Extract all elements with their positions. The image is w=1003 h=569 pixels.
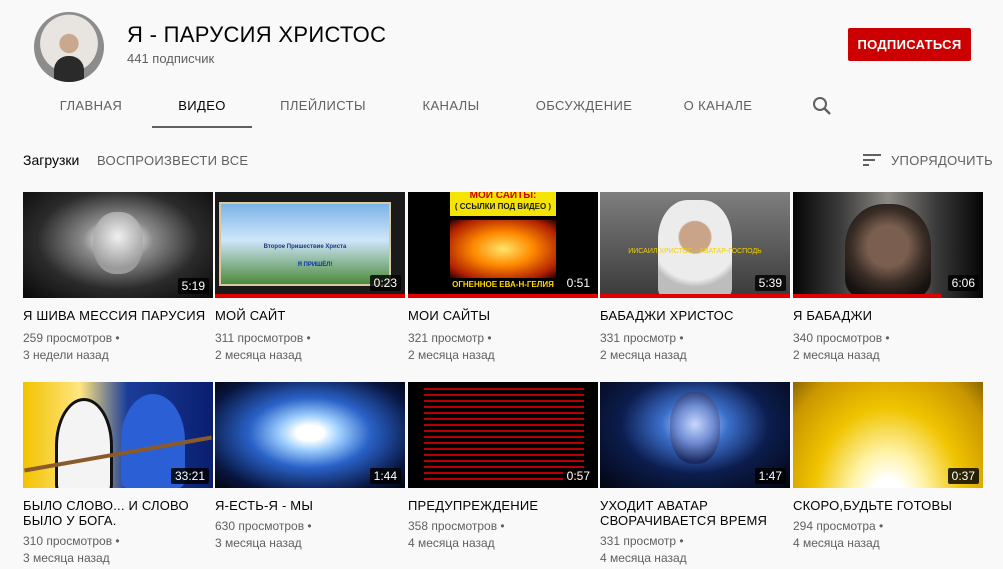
video-thumbnail[interactable]: 6:06: [793, 192, 983, 298]
video-age: 2 месяца назад: [600, 348, 687, 362]
channel-tabs: ГЛАВНАЯ ВИДЕО ПЛЕЙЛИСТЫ КАНАЛЫ ОБСУЖДЕНИ…: [0, 86, 1003, 128]
sort-button[interactable]: УПОРЯДОЧИТЬ: [863, 150, 993, 170]
video-views: 311 просмотров •: [215, 331, 311, 345]
thumbnail-caption: ИИСАИЛ ХРИСТОС - АВАТАР-ГОСПОДЬ: [628, 248, 762, 255]
video-thumbnail[interactable]: 33:21: [23, 382, 213, 488]
video-title[interactable]: Я-ЕСТЬ-Я - МЫ: [215, 498, 405, 513]
video-card[interactable]: 5:19 Я ШИВА МЕССИЯ ПАРУСИЯ 259 просмотро…: [23, 192, 213, 362]
video-views: 331 просмотр •: [600, 331, 684, 345]
video-age: 2 месяца назад: [793, 348, 880, 362]
video-title[interactable]: БАБАДЖИ ХРИСТОС: [600, 308, 790, 323]
video-duration: 0:23: [369, 275, 401, 291]
video-views: 340 просмотров •: [793, 331, 890, 345]
video-card[interactable]: 0:57 ПРЕДУПРЕЖДЕНИЕ 358 просмотров • 4 м…: [408, 382, 598, 569]
uploads-label: Загрузки: [23, 152, 80, 168]
video-thumbnail[interactable]: ИИСАИЛ ХРИСТОС - АВАТАР-ГОСПОДЬ 5:39: [600, 192, 790, 298]
subscriber-count: 441 подписчик: [127, 51, 215, 66]
tab-discussion[interactable]: ОБСУЖДЕНИЕ: [528, 86, 640, 126]
thumbnail-caption: Я ПРИШЁЛ!: [297, 262, 333, 268]
tab-channels[interactable]: КАНАЛЫ: [405, 86, 497, 126]
video-views: 259 просмотров •: [23, 331, 120, 345]
video-thumbnail[interactable]: Второе Пришествие Христа Я ПРИШЁЛ! 0:23: [215, 192, 405, 298]
sort-icon: [863, 154, 881, 166]
video-card[interactable]: Второе Пришествие Христа Я ПРИШЁЛ! 0:23 …: [215, 192, 405, 362]
video-views: 310 просмотров •: [23, 534, 120, 548]
thumbnail-caption: МОИ САЙТЫ:: [469, 192, 537, 201]
video-age: 3 месяца назад: [23, 551, 110, 565]
video-duration: 33:21: [170, 468, 209, 484]
sort-label: УПОРЯДОЧИТЬ: [891, 152, 993, 168]
video-duration: 0:37: [947, 468, 979, 484]
video-duration: 0:57: [562, 468, 594, 484]
video-card[interactable]: 0:37 СКОРО,БУДЬТЕ ГОТОВЫ 294 просмотра •…: [793, 382, 983, 569]
video-title[interactable]: СКОРО,БУДЬТЕ ГОТОВЫ: [793, 498, 983, 513]
watched-progress-bar: [408, 294, 598, 298]
tab-videos[interactable]: ВИДЕО: [152, 86, 252, 128]
tab-playlists[interactable]: ПЛЕЙЛИСТЫ: [268, 86, 378, 126]
video-title[interactable]: ПРЕДУПРЕЖДЕНИЕ: [408, 498, 598, 513]
video-thumbnail[interactable]: 0:37: [793, 382, 983, 488]
video-views: 331 просмотр •: [600, 534, 684, 548]
video-views: 630 просмотров •: [215, 519, 312, 533]
video-thumbnail[interactable]: 1:44: [215, 382, 405, 488]
channel-title: Я - ПАРУСИЯ ХРИСТОС: [127, 22, 387, 47]
videos-grid-section: Загрузки ВОСПРОИЗВЕСТИ ВСЕ УПОРЯДОЧИТЬ 5…: [0, 128, 1003, 569]
thumbnail-caption: ( ССЫЛКИ ПОД ВИДЕО ): [454, 202, 552, 211]
thumbnail-caption: Второе Пришествие Христа: [263, 244, 347, 250]
channel-avatar[interactable]: [34, 12, 104, 82]
video-thumbnail[interactable]: 1:47: [600, 382, 790, 488]
search-icon[interactable]: [810, 94, 834, 118]
video-title[interactable]: МОЙ САЙТ: [215, 308, 405, 323]
video-card[interactable]: ИИСАИЛ ХРИСТОС - АВАТАР-ГОСПОДЬ 5:39 БАБ…: [600, 192, 790, 362]
video-title[interactable]: БЫЛО СЛОВО... И СЛОВО БЫЛО У БОГА.: [23, 498, 213, 528]
video-card[interactable]: МОИ САЙТЫ: ( ССЫЛКИ ПОД ВИДЕО ) ОГНЕННОЕ…: [408, 192, 598, 362]
video-duration: 0:51: [562, 275, 594, 291]
video-age: 4 месяца назад: [793, 536, 880, 550]
thumbnail-caption: ОГНЕННОЕ ЕВА-Н-ГЕЛИЯ: [452, 280, 554, 289]
video-views: 321 просмотр •: [408, 331, 492, 345]
video-thumbnail[interactable]: 5:19: [23, 192, 213, 298]
video-title[interactable]: МОИ САЙТЫ: [408, 308, 598, 323]
watched-progress-bar: [793, 294, 942, 298]
video-card[interactable]: 33:21 БЫЛО СЛОВО... И СЛОВО БЫЛО У БОГА.…: [23, 382, 213, 569]
video-duration: 5:19: [177, 278, 209, 294]
video-age: 4 месяца назад: [408, 536, 495, 550]
tab-about[interactable]: О КАНАЛЕ: [672, 86, 764, 126]
subscribe-button[interactable]: ПОДПИСАТЬСЯ: [848, 28, 971, 61]
video-title[interactable]: Я ШИВА МЕССИЯ ПАРУСИЯ: [23, 308, 213, 323]
video-title[interactable]: УХОДИТ АВАТАР СВОРАЧИВАЕТСЯ ВРЕМЯ: [600, 498, 790, 528]
video-card[interactable]: 1:47 УХОДИТ АВАТАР СВОРАЧИВАЕТСЯ ВРЕМЯ 3…: [600, 382, 790, 569]
video-duration: 1:44: [369, 468, 401, 484]
channel-header: Я - ПАРУСИЯ ХРИСТОС 441 подписчик ПОДПИС…: [0, 0, 1003, 128]
video-thumbnail[interactable]: 0:57: [408, 382, 598, 488]
video-age: 3 недели назад: [23, 348, 109, 362]
video-title[interactable]: Я БАБАДЖИ: [793, 308, 983, 323]
video-views: 294 просмотра •: [793, 519, 884, 533]
video-age: 3 месяца назад: [215, 536, 302, 550]
video-thumbnail[interactable]: МОИ САЙТЫ: ( ССЫЛКИ ПОД ВИДЕО ) ОГНЕННОЕ…: [408, 192, 598, 298]
video-duration: 1:47: [754, 468, 786, 484]
video-views: 358 просмотров •: [408, 519, 505, 533]
tab-home[interactable]: ГЛАВНАЯ: [30, 86, 152, 126]
video-age: 2 месяца назад: [408, 348, 495, 362]
video-card[interactable]: 6:06 Я БАБАДЖИ 340 просмотров • 2 месяца…: [793, 192, 983, 362]
video-duration: 6:06: [947, 275, 979, 291]
video-card[interactable]: 1:44 Я-ЕСТЬ-Я - МЫ 630 просмотров • 3 ме…: [215, 382, 405, 569]
watched-progress-bar: [215, 294, 405, 298]
watched-progress-bar: [600, 294, 790, 298]
video-age: 4 месяца назад: [600, 551, 687, 565]
play-all-button[interactable]: ВОСПРОИЗВЕСТИ ВСЕ: [97, 153, 248, 168]
video-age: 2 месяца назад: [215, 348, 302, 362]
video-duration: 5:39: [754, 275, 786, 291]
